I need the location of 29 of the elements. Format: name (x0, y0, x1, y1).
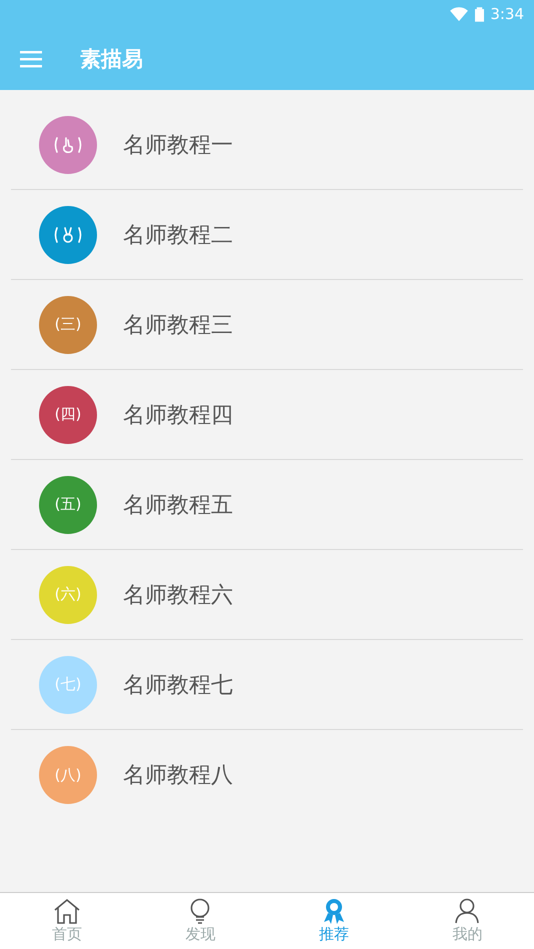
menu-icon[interactable] (20, 50, 42, 68)
list-item[interactable]: (三) 名师教程三 (11, 280, 523, 370)
lesson-title: 名师教程六 (123, 582, 233, 610)
home-icon (52, 898, 81, 924)
list-item[interactable]: (五) 名师教程五 (11, 460, 523, 550)
lesson-title: 名师教程三 (123, 312, 233, 340)
lesson-title: 名师教程四 (123, 402, 233, 430)
list-item[interactable]: 名师教程二 (11, 190, 523, 280)
person-icon (453, 898, 482, 924)
lesson-badge: (四) (39, 386, 97, 444)
list-item[interactable]: (八) 名师教程八 (11, 730, 523, 820)
lesson-badge: (八) (39, 746, 97, 804)
list-item[interactable]: (六) 名师教程六 (11, 550, 523, 640)
lesson-title: 名师教程一 (123, 132, 233, 160)
list-item[interactable]: 名师教程一 (11, 100, 523, 190)
status-time: 3:34 (490, 5, 524, 23)
lesson-badge: (五) (39, 476, 97, 534)
lesson-badge: (六) (39, 566, 97, 624)
battery-icon (475, 6, 484, 22)
wifi-icon (449, 6, 470, 22)
lesson-title: 名师教程二 (123, 222, 233, 250)
list-item[interactable]: (四) 名师教程四 (11, 370, 523, 460)
list-item[interactable]: (七) 名师教程七 (11, 640, 523, 730)
lesson-badge: (三) (39, 296, 97, 354)
lesson-title: 名师教程七 (123, 672, 233, 700)
lesson-title: 名师教程五 (123, 492, 233, 520)
lesson-badge: (七) (39, 656, 97, 714)
app-title: 素描易 (80, 46, 143, 73)
lesson-title: 名师教程八 (123, 762, 233, 790)
